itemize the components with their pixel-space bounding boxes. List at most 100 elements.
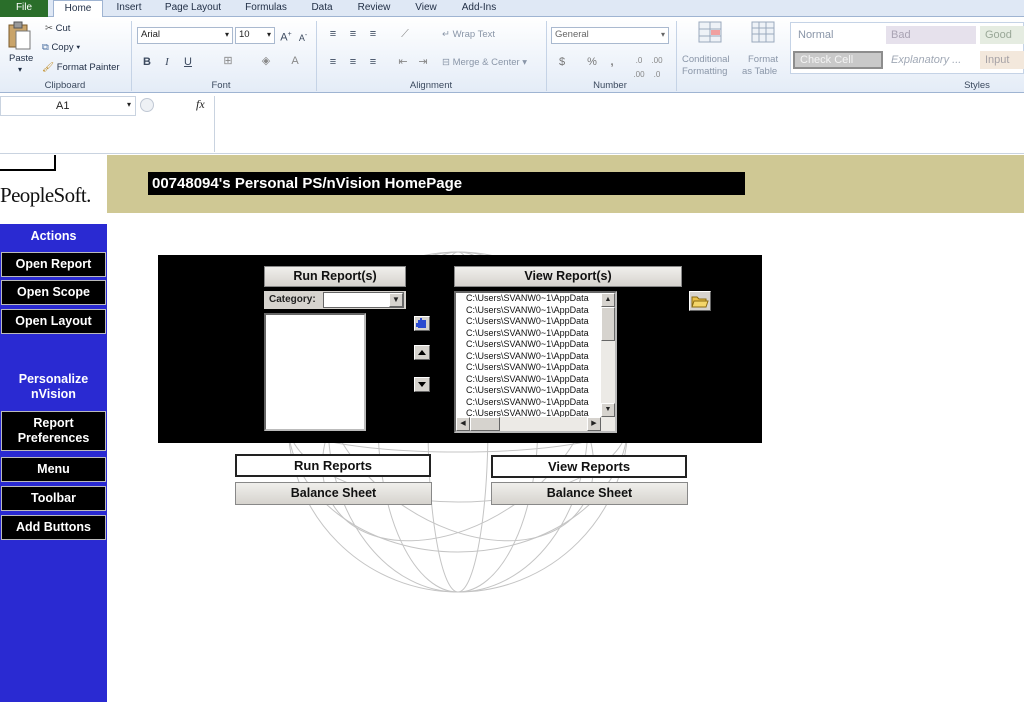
style-bad[interactable]: Bad bbox=[886, 26, 976, 44]
category-reports-list[interactable] bbox=[264, 313, 366, 431]
open-layout-button[interactable]: Open Layout bbox=[1, 309, 106, 334]
personalize-heading: Personalize nVision bbox=[18, 372, 89, 401]
wrap-text-button[interactable]: ↵ Wrap Text bbox=[442, 29, 495, 40]
scroll-down-icon[interactable]: ▼ bbox=[601, 403, 615, 417]
run-balance-sheet-button[interactable]: Balance Sheet bbox=[235, 482, 432, 505]
report-file-items: C:\Users\SVANW0~1\AppData C:\Users\SVANW0… bbox=[456, 293, 601, 420]
style-explanatory[interactable]: Explanatory ... bbox=[886, 51, 976, 69]
italic-button[interactable]: I bbox=[161, 55, 173, 69]
selected-cell-a1[interactable] bbox=[0, 155, 56, 171]
align-middle-icon[interactable]: ≡ bbox=[346, 27, 360, 41]
chevron-down-icon: ▾ bbox=[266, 30, 271, 39]
orientation-icon[interactable]: ⟋ bbox=[396, 27, 414, 41]
tab-formulas[interactable]: Formulas bbox=[237, 0, 295, 17]
report-file-item[interactable]: C:\Users\SVANW0~1\AppData bbox=[456, 385, 601, 397]
underline-button[interactable]: U bbox=[182, 55, 194, 69]
align-top-icon[interactable]: ≡ bbox=[326, 27, 340, 41]
tab-add-ins[interactable]: Add-Ins bbox=[454, 0, 504, 17]
report-file-item[interactable]: C:\Users\SVANW0~1\AppData bbox=[456, 397, 601, 409]
report-file-item[interactable]: C:\Users\SVANW0~1\AppData bbox=[456, 362, 601, 374]
style-normal[interactable]: Normal bbox=[793, 26, 883, 44]
style-check-cell[interactable]: Check Cell bbox=[793, 51, 883, 69]
open-scope-button[interactable]: Open Scope bbox=[1, 280, 106, 305]
view-reports-panel-button[interactable]: View Report(s) bbox=[454, 266, 682, 287]
comma-button[interactable]: , bbox=[606, 55, 618, 69]
format-as-table-button[interactable]: Format as Table bbox=[741, 21, 787, 77]
number-format-select[interactable]: General ▾ bbox=[551, 27, 669, 44]
add-buttons-button[interactable]: Add Buttons bbox=[1, 515, 106, 540]
increase-indent-icon[interactable]: ⇥ bbox=[416, 55, 430, 69]
tab-page-layout[interactable]: Page Layout bbox=[157, 0, 229, 17]
report-file-item[interactable]: C:\Users\SVANW0~1\AppData bbox=[456, 374, 601, 386]
grow-font-icon[interactable]: A+ bbox=[279, 28, 293, 45]
tab-review[interactable]: Review bbox=[350, 0, 398, 17]
font-name-select[interactable]: Arial ▾ bbox=[137, 27, 233, 44]
category-select[interactable]: ▼ bbox=[323, 292, 404, 308]
report-preferences-button[interactable]: Report Preferences bbox=[1, 411, 106, 451]
paste-dropdown-icon[interactable]: ▾ bbox=[18, 65, 22, 74]
report-file-item[interactable]: C:\Users\SVANW0~1\AppData bbox=[456, 293, 601, 305]
align-left-icon[interactable]: ≡ bbox=[326, 55, 340, 69]
name-box[interactable]: A1 ▾ bbox=[0, 96, 136, 116]
cut-button[interactable]: ✂ Cut bbox=[45, 23, 70, 34]
report-files-list[interactable]: C:\Users\SVANW0~1\AppData C:\Users\SVANW0… bbox=[454, 291, 617, 433]
copy-button[interactable]: ⧉ Copy ▾ bbox=[42, 42, 80, 53]
wrap-text-icon: ↵ bbox=[442, 29, 450, 40]
scroll-left-icon[interactable]: ◀ bbox=[456, 417, 470, 431]
open-report-button[interactable]: Open Report bbox=[1, 252, 106, 277]
tab-data[interactable]: Data bbox=[303, 0, 341, 17]
scroll-right-icon[interactable]: ▶ bbox=[587, 417, 601, 431]
conditional-formatting-button[interactable]: Conditional Formatting bbox=[681, 21, 739, 77]
run-reports-link[interactable]: Run Reports bbox=[235, 454, 431, 477]
font-size-select[interactable]: 10 ▾ bbox=[235, 27, 275, 44]
tab-view[interactable]: View bbox=[406, 0, 446, 17]
ribbon-tab-bar: File Home Insert Page Layout Formulas Da… bbox=[0, 0, 1024, 18]
move-down-icon[interactable] bbox=[414, 377, 430, 392]
percent-button[interactable]: % bbox=[586, 55, 598, 69]
view-balance-sheet-button[interactable]: Balance Sheet bbox=[491, 482, 688, 505]
decrease-indent-icon[interactable]: ⇤ bbox=[396, 55, 410, 69]
vertical-scrollbar[interactable]: ▲ ▼ bbox=[601, 293, 615, 417]
report-file-item[interactable]: C:\Users\SVANW0~1\AppData bbox=[456, 305, 601, 317]
toolbar-button[interactable]: Toolbar bbox=[1, 486, 106, 511]
menu-button[interactable]: Menu bbox=[1, 457, 106, 482]
report-file-item[interactable]: C:\Users\SVANW0~1\AppData bbox=[456, 328, 601, 340]
conditional-formatting-icon bbox=[698, 21, 722, 43]
font-color-icon[interactable]: A bbox=[287, 54, 303, 68]
style-good[interactable]: Good bbox=[980, 26, 1024, 44]
chevron-down-icon[interactable]: ▼ bbox=[389, 293, 403, 307]
formula-input[interactable] bbox=[214, 96, 1024, 152]
run-reports-panel-button[interactable]: Run Report(s) bbox=[264, 266, 406, 287]
scroll-thumb-horizontal[interactable] bbox=[470, 417, 500, 431]
tab-insert[interactable]: Insert bbox=[108, 0, 150, 17]
tab-home[interactable]: Home bbox=[53, 0, 103, 18]
decrease-decimal-icon[interactable]: .00.0 bbox=[650, 54, 664, 82]
format-painter-button[interactable]: 🖌 Format Painter bbox=[42, 62, 120, 73]
report-file-item[interactable]: C:\Users\SVANW0~1\AppData bbox=[456, 316, 601, 328]
view-reports-link[interactable]: View Reports bbox=[491, 455, 687, 478]
increase-decimal-icon[interactable]: .0.00 bbox=[632, 54, 646, 82]
bold-button[interactable]: B bbox=[141, 55, 153, 69]
scroll-thumb[interactable] bbox=[601, 307, 615, 341]
cut-icon: ✂ bbox=[45, 23, 53, 34]
align-center-icon[interactable]: ≡ bbox=[346, 55, 360, 69]
scroll-up-icon[interactable]: ▲ bbox=[601, 293, 615, 307]
horizontal-scrollbar[interactable]: ◀ ▶ bbox=[456, 417, 615, 431]
open-folder-button[interactable] bbox=[689, 291, 711, 311]
insert-function-icon[interactable]: fx bbox=[196, 97, 205, 112]
report-file-item[interactable]: C:\Users\SVANW0~1\AppData bbox=[456, 339, 601, 351]
currency-button[interactable]: $ bbox=[556, 55, 568, 69]
expand-icon[interactable] bbox=[140, 98, 154, 112]
run-selected-icon[interactable] bbox=[414, 316, 430, 331]
move-up-icon[interactable] bbox=[414, 345, 430, 360]
paste-button[interactable]: Paste ▾ bbox=[6, 21, 36, 74]
borders-icon[interactable]: ⊞ bbox=[220, 54, 236, 68]
merge-center-button[interactable]: ⊟ Merge & Center ▾ bbox=[442, 57, 527, 68]
shrink-font-icon[interactable]: A- bbox=[296, 29, 310, 45]
style-input[interactable]: Input bbox=[980, 51, 1024, 69]
report-file-item[interactable]: C:\Users\SVANW0~1\AppData bbox=[456, 351, 601, 363]
align-right-icon[interactable]: ≡ bbox=[366, 55, 380, 69]
tab-file[interactable]: File bbox=[0, 0, 48, 17]
fill-color-icon[interactable]: ◈ bbox=[258, 54, 274, 68]
align-bottom-icon[interactable]: ≡ bbox=[366, 27, 380, 41]
